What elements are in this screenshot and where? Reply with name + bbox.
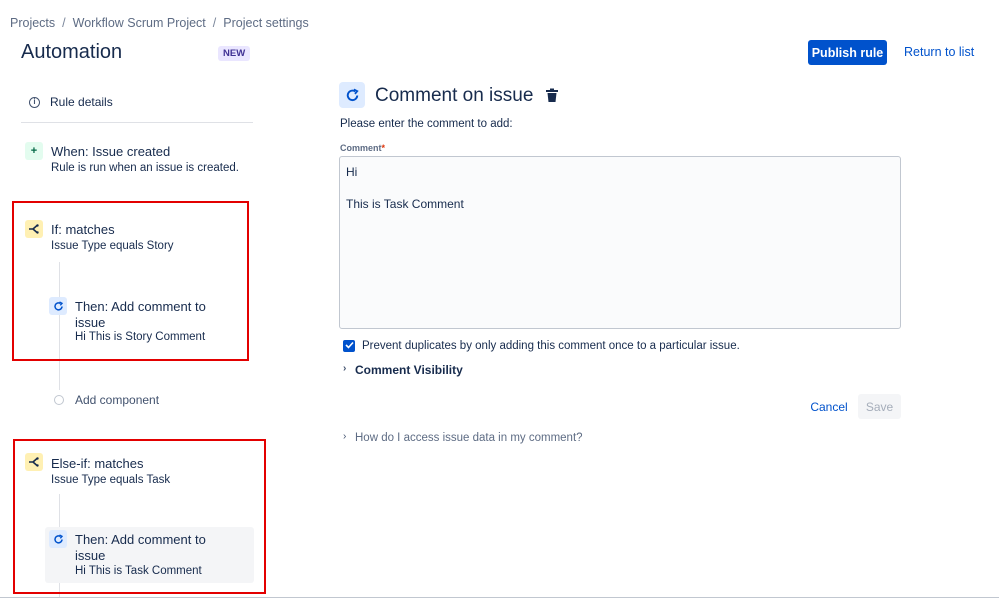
cancel-button[interactable]: Cancel: [805, 394, 853, 419]
comment-textarea[interactable]: Hi This is Task Comment: [339, 156, 901, 329]
highlight-box-else-if: [13, 439, 266, 594]
comment-visibility-toggle[interactable]: Comment Visibility: [355, 363, 463, 377]
breadcrumb: Projects / Workflow Scrum Project / Project …: [10, 16, 309, 30]
sidebar-divider: [21, 122, 253, 123]
prevent-duplicates-checkbox[interactable]: [343, 340, 355, 352]
trigger-subtitle: Rule is run when an issue is created.: [51, 162, 239, 174]
refresh-comment-icon: [339, 82, 365, 108]
action-title: Comment on issue: [375, 85, 534, 106]
issue-data-help-toggle[interactable]: How do I access issue data in my comment…: [355, 432, 583, 444]
prevent-duplicates-label[interactable]: Prevent duplicates by only adding this c…: [362, 340, 740, 352]
rule-details-label: Rule details: [50, 95, 113, 109]
return-to-list-link[interactable]: Return to list: [904, 45, 974, 59]
save-button[interactable]: Save: [858, 394, 901, 419]
checkmark-icon: [344, 341, 354, 349]
required-mark: *: [381, 143, 386, 153]
comment-label-text: Comment: [340, 143, 382, 153]
breadcrumb-separator: /: [62, 16, 66, 30]
page-title: Automation: [21, 41, 123, 63]
breadcrumb-projects[interactable]: Projects: [10, 16, 55, 30]
trigger-title[interactable]: When: Issue created: [51, 144, 170, 159]
instruction-text: Please enter the comment to add:: [340, 118, 513, 130]
breadcrumb-project-settings[interactable]: Project settings: [223, 16, 308, 30]
breadcrumb-project[interactable]: Workflow Scrum Project: [73, 16, 206, 30]
rule-details-item[interactable]: i Rule details: [29, 95, 113, 109]
plus-icon: +: [25, 142, 43, 160]
highlight-box-if: [12, 201, 249, 361]
comment-field-label: Comment*: [340, 143, 385, 153]
trash-icon[interactable]: [545, 88, 559, 103]
chevron-right-icon[interactable]: ›: [343, 431, 346, 442]
breadcrumb-separator: /: [212, 16, 217, 30]
add-component-link[interactable]: Add component: [75, 393, 159, 407]
chevron-right-icon[interactable]: ›: [343, 363, 346, 374]
add-component-circle: [54, 395, 64, 405]
publish-rule-button[interactable]: Publish rule: [808, 40, 887, 65]
info-icon: i: [29, 96, 40, 108]
bottom-border: [0, 597, 999, 598]
new-badge: NEW: [218, 46, 251, 61]
